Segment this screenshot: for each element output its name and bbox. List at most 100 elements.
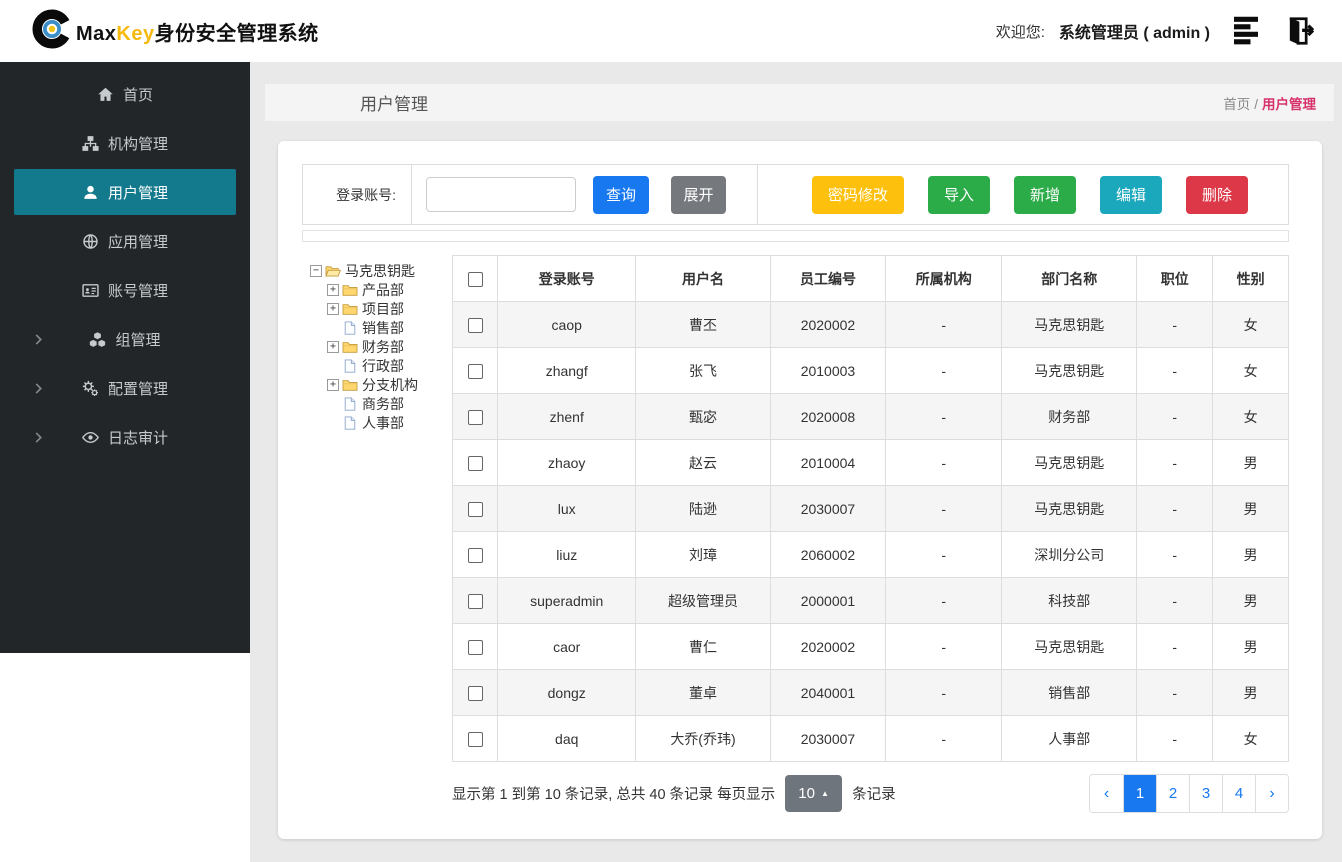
- table-row[interactable]: zhenf 甄宓 2020008- 财务部 - 女: [451, 393, 1289, 440]
- table-row[interactable]: zhangf 张飞 2010003- 马克思钥匙 - 女: [451, 347, 1289, 394]
- login-account-input[interactable]: [426, 177, 576, 212]
- table-row[interactable]: lux 陆逊 2030007- 马克思钥匙 - 男: [451, 485, 1289, 532]
- tree-node-label: 产品部: [362, 281, 404, 298]
- password-modify-button[interactable]: 密码修改: [811, 175, 904, 214]
- sidebar-item-id-card[interactable]: 账号管理: [14, 267, 236, 313]
- next-page-button[interactable]: ›: [1255, 775, 1288, 812]
- table-cell: 女: [1212, 715, 1289, 762]
- row-checkbox[interactable]: [467, 317, 483, 333]
- table-cell: 男: [1212, 531, 1289, 578]
- tree-node[interactable]: 商务部: [310, 394, 452, 413]
- table-row[interactable]: liuz 刘璋 2060002- 深圳分公司 - 男: [451, 531, 1289, 578]
- table-cell: 2040001: [769, 669, 887, 716]
- tree-node[interactable]: 行政部: [310, 356, 452, 375]
- folder-open-icon: [325, 264, 341, 278]
- page-button-2[interactable]: 2: [1156, 775, 1189, 812]
- table-cell: caop: [497, 301, 637, 348]
- table-cell: -: [885, 531, 1003, 578]
- add-button[interactable]: 新增: [1013, 175, 1076, 214]
- table-row[interactable]: caop 曹丕 2020002- 马克思钥匙 - 女: [451, 301, 1289, 348]
- tree-node[interactable]: + 分支机构: [310, 375, 452, 394]
- sidebar-item-cubes[interactable]: 组管理: [14, 316, 236, 362]
- edit-button[interactable]: 编辑: [1099, 175, 1162, 214]
- table-cell: -: [885, 485, 1003, 532]
- table-cell: -: [885, 301, 1003, 348]
- pagination: ‹ 1 2 3 4 ›: [1089, 774, 1289, 813]
- row-checkbox[interactable]: [467, 501, 483, 517]
- checkbox-cell: [451, 301, 499, 348]
- import-button[interactable]: 导入: [927, 175, 990, 214]
- column-header: 部门名称: [1001, 255, 1138, 302]
- sidebar-item-gears[interactable]: 配置管理: [14, 365, 236, 411]
- expand-node-icon[interactable]: +: [327, 302, 339, 315]
- chevron-right-icon: [33, 431, 44, 443]
- pagination-summary: 显示第 1 到第 10 条记录, 总共 40 条记录 每页显示 10 ▲ 条记录: [452, 775, 896, 812]
- tree-node[interactable]: − 马克思钥匙: [310, 261, 452, 280]
- delete-button[interactable]: 删除: [1185, 175, 1248, 214]
- row-checkbox[interactable]: [467, 409, 483, 425]
- select-all-checkbox[interactable]: [467, 271, 483, 287]
- expand-node-icon[interactable]: +: [327, 283, 339, 296]
- tree-node[interactable]: 销售部: [310, 318, 452, 337]
- tree-node[interactable]: + 项目部: [310, 299, 452, 318]
- checkbox-cell: [451, 347, 499, 394]
- table-row[interactable]: zhaoy 赵云 2010004- 马克思钥匙 - 男: [451, 439, 1289, 486]
- sidebar-item-sitemap[interactable]: 机构管理: [14, 120, 236, 166]
- caret-up-icon: ▲: [820, 788, 829, 798]
- expand-node-icon[interactable]: +: [327, 378, 339, 391]
- globe-icon: [82, 233, 99, 250]
- table-cell: zhenf: [497, 393, 637, 440]
- breadcrumb-separator: /: [1254, 96, 1258, 112]
- table-cell: 科技部: [1001, 577, 1138, 624]
- table-cell: -: [1136, 439, 1214, 486]
- sidebar-item-globe[interactable]: 应用管理: [14, 218, 236, 264]
- sidebar-item-user[interactable]: 用户管理: [14, 169, 236, 215]
- row-checkbox[interactable]: [467, 639, 483, 655]
- table-cell: 女: [1212, 393, 1289, 440]
- row-checkbox[interactable]: [467, 455, 483, 471]
- expand-node-icon[interactable]: +: [327, 340, 339, 353]
- user-icon: [82, 184, 99, 201]
- row-checkbox[interactable]: [467, 685, 483, 701]
- table-row[interactable]: caor 曹仁 2020002- 马克思钥匙 - 男: [451, 623, 1289, 670]
- table-cell: 马克思钥匙: [1001, 439, 1138, 486]
- sidebar-item-label: 组管理: [115, 331, 161, 349]
- sidebar-item-home[interactable]: 首页: [14, 71, 236, 117]
- table-cell: 2020008: [769, 393, 887, 440]
- sidebar-item-label: 用户管理: [107, 184, 168, 202]
- logout-icon[interactable]: [1280, 16, 1316, 46]
- tree-node[interactable]: + 财务部: [310, 337, 452, 356]
- table-row[interactable]: dongz 董卓 2040001- 销售部 - 男: [451, 669, 1289, 716]
- checkbox-cell: [451, 439, 499, 486]
- table-cell: 马克思钥匙: [1001, 623, 1138, 670]
- table-cell: 男: [1212, 577, 1289, 624]
- table-cell: 2030007: [769, 715, 887, 762]
- tree-node[interactable]: + 产品部: [310, 280, 452, 299]
- tree-node-label: 人事部: [362, 414, 404, 431]
- table-cell: -: [885, 623, 1003, 670]
- page-button-3[interactable]: 3: [1189, 775, 1222, 812]
- session-list-icon[interactable]: [1234, 16, 1270, 46]
- table-row[interactable]: daq 大乔(乔玮) 2030007- 人事部 - 女: [451, 715, 1289, 762]
- row-checkbox[interactable]: [467, 731, 483, 747]
- sidebar-item-eye[interactable]: 日志审计: [14, 414, 236, 460]
- table-row[interactable]: superadmin 超级管理员 2000001- 科技部 - 男: [451, 577, 1289, 624]
- previous-page-button[interactable]: ‹: [1090, 775, 1123, 812]
- table-cell: 男: [1212, 623, 1289, 670]
- row-checkbox[interactable]: [467, 547, 483, 563]
- table-cell: -: [885, 439, 1003, 486]
- row-checkbox[interactable]: [467, 363, 483, 379]
- page-size-dropdown[interactable]: 10 ▲: [785, 775, 843, 812]
- page-button-4[interactable]: 4: [1222, 775, 1255, 812]
- expand-button[interactable]: 展开: [671, 175, 726, 214]
- table-cell: 男: [1212, 439, 1289, 486]
- breadcrumb-home-link[interactable]: 首页: [1223, 97, 1250, 112]
- page-button-1[interactable]: 1: [1123, 775, 1156, 812]
- row-checkbox[interactable]: [467, 593, 483, 609]
- checkbox-cell: [451, 623, 499, 670]
- search-button[interactable]: 查询: [593, 175, 649, 214]
- table-cell: caor: [497, 623, 637, 670]
- collapse-node-icon[interactable]: −: [310, 264, 322, 277]
- tree-node[interactable]: 人事部: [310, 413, 452, 432]
- tree-node-label: 分支机构: [362, 376, 418, 393]
